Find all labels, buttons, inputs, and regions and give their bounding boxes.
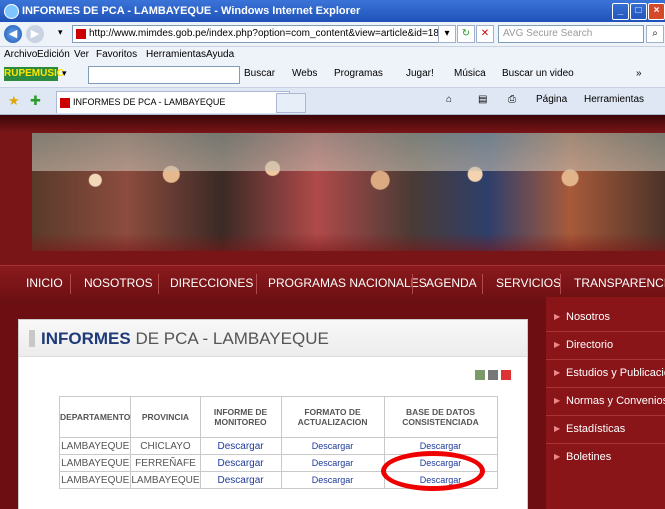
search-input[interactable]: AVG Secure Search bbox=[498, 25, 644, 43]
search-icon[interactable]: ⌕ bbox=[646, 25, 664, 43]
refresh-icon[interactable]: ↻ bbox=[457, 25, 475, 43]
maximize-button[interactable]: □ bbox=[630, 3, 647, 20]
nav-servicios[interactable]: SERVICIOS bbox=[496, 276, 561, 290]
window-titlebar: INFORMES DE PCA - LAMBAYEQUE - Windows I… bbox=[0, 0, 665, 22]
tab-label: INFORMES DE PCA - LAMBAYEQUE bbox=[73, 97, 226, 107]
toolbar-more-icon[interactable]: » bbox=[636, 68, 642, 79]
toolbar-webs[interactable]: Webs bbox=[292, 68, 317, 79]
address-url: http://www.mimdes.gob.pe/index.php?optio… bbox=[89, 28, 450, 39]
nav-inicio[interactable]: INICIO bbox=[26, 276, 63, 290]
download-link[interactable]: Descargar bbox=[280, 437, 385, 455]
download-link[interactable]: Descargar bbox=[280, 471, 385, 489]
sidebar-item-estadisticas[interactable]: ▶ Estadísticas bbox=[546, 415, 665, 444]
web-page: INICIO NOSOTROS DIRECCIONES PROGRAMAS NA… bbox=[0, 115, 665, 509]
print-icon[interactable]: ⎙ bbox=[508, 94, 516, 105]
menu-ver[interactable]: Ver bbox=[74, 49, 89, 60]
nav-nosotros[interactable]: NOSOTROS bbox=[84, 276, 153, 290]
minimize-button[interactable]: _ bbox=[612, 3, 629, 20]
new-tab-button[interactable] bbox=[276, 93, 306, 113]
sidebar-item-directorio[interactable]: ▶ Directorio bbox=[546, 331, 665, 360]
menu-ayuda[interactable]: Ayuda bbox=[206, 49, 234, 60]
tab-favicon-icon bbox=[60, 98, 70, 108]
sidebar-item-boletines[interactable]: ▶ Boletines bbox=[546, 443, 665, 471]
recent-pages-icon[interactable]: ▾ bbox=[58, 27, 63, 38]
address-row: ◀ ▶ ▾ http://www.mimdes.gob.pe/index.php… bbox=[0, 22, 665, 47]
toolbar-herramientas[interactable]: Herramientas bbox=[584, 94, 644, 105]
toolbar-buscar-video[interactable]: Buscar un video bbox=[502, 68, 574, 79]
toolbar-buscar[interactable]: Buscar bbox=[244, 68, 275, 79]
content-panel: INFORMES DE PCA - LAMBAYEQUE DEPARTAMENT… bbox=[18, 319, 528, 509]
forward-button[interactable]: ▶ bbox=[26, 25, 44, 43]
highlight-oval bbox=[381, 451, 485, 491]
nav-transparencia[interactable]: TRANSPARENCIA bbox=[574, 276, 665, 290]
site-favicon-icon bbox=[76, 29, 86, 39]
pdf-icon[interactable] bbox=[501, 370, 511, 380]
download-link[interactable]: Descargar bbox=[199, 437, 282, 455]
col-informe-monitoreo: INFORME DE MONITOREO bbox=[199, 396, 282, 438]
content-header: INFORMES DE PCA - LAMBAYEQUE bbox=[19, 320, 527, 357]
nav-direcciones[interactable]: DIRECCIONES bbox=[170, 276, 253, 290]
toolbar-logo: RUPEMUSIC bbox=[4, 67, 65, 81]
ie-logo-icon bbox=[4, 4, 19, 19]
menu-bar: Archivo Edición Ver Favoritos Herramient… bbox=[0, 47, 665, 63]
address-input[interactable]: http://www.mimdes.gob.pe/index.php?optio… bbox=[72, 25, 450, 43]
col-base-datos: BASE DE DATOS CONSISTENCIADA bbox=[383, 396, 498, 438]
tab-current[interactable]: INFORMES DE PCA - LAMBAYEQUE bbox=[56, 91, 290, 113]
tab-row: ★ ✚ INFORMES DE PCA - LAMBAYEQUE ⌂ ▤ ⎙ P… bbox=[0, 88, 665, 115]
toolbar-pagina[interactable]: Página bbox=[536, 94, 567, 105]
favorites-star-icon[interactable]: ★ bbox=[8, 93, 20, 109]
back-button[interactable]: ◀ bbox=[4, 25, 22, 43]
toolbar-jugar[interactable]: Jugar! bbox=[406, 68, 434, 79]
sidebar-item-normas[interactable]: ▶ Normas y Convenios bbox=[546, 387, 665, 416]
col-departamento: DEPARTAMENTO bbox=[58, 396, 132, 438]
download-link[interactable]: Descargar bbox=[280, 454, 385, 472]
col-provincia: PROVINCIA bbox=[130, 396, 201, 438]
add-favorite-icon[interactable]: ✚ bbox=[30, 93, 41, 109]
toolbar: RUPEMUSIC ▾ Buscar Webs Programas Jugar!… bbox=[0, 63, 665, 88]
home-icon[interactable]: ⌂ bbox=[446, 94, 452, 105]
close-button[interactable]: × bbox=[648, 3, 665, 20]
email-icon[interactable] bbox=[475, 370, 485, 380]
download-link[interactable]: Descargar bbox=[199, 471, 282, 489]
nav-programas-nacionales[interactable]: PROGRAMAS NACIONALES bbox=[268, 276, 427, 290]
col-formato-actualizacion: FORMATO DE ACTUALIZACION bbox=[280, 396, 385, 438]
menu-archivo[interactable]: Archivo bbox=[4, 49, 37, 60]
page-title: INFORMES DE PCA - LAMBAYEQUE bbox=[41, 329, 329, 348]
logo-dropdown-icon[interactable]: ▾ bbox=[62, 68, 67, 79]
sidebar-menu: ▶ Nosotros ▶ Directorio ▶ Estudios y Public… bbox=[546, 297, 665, 509]
header-banner bbox=[0, 115, 665, 265]
menu-herramientas[interactable]: Herramientas bbox=[146, 49, 206, 60]
feeds-icon[interactable]: ▤ bbox=[478, 94, 487, 105]
stop-icon[interactable]: ✕ bbox=[476, 25, 494, 43]
download-link[interactable]: Descargar bbox=[199, 454, 282, 472]
print-page-icon[interactable] bbox=[488, 370, 498, 380]
toolbar-musica[interactable]: Música bbox=[454, 68, 486, 79]
toolbar-search-input[interactable] bbox=[88, 66, 240, 84]
menu-favoritos[interactable]: Favoritos bbox=[96, 49, 137, 60]
sidebar-item-estudios[interactable]: ▶Estudios y Publicaciones bbox=[546, 359, 665, 388]
sidebar-item-nosotros[interactable]: ▶ Nosotros bbox=[546, 303, 665, 332]
nav-agenda[interactable]: AGENDA bbox=[426, 276, 477, 290]
toolbar-programas[interactable]: Programas bbox=[334, 68, 383, 79]
address-dropdown-icon[interactable]: ▾ bbox=[438, 25, 456, 43]
window-title: INFORMES DE PCA - LAMBAYEQUE - Windows I… bbox=[22, 5, 361, 17]
menu-edicion[interactable]: Edición bbox=[37, 49, 70, 60]
